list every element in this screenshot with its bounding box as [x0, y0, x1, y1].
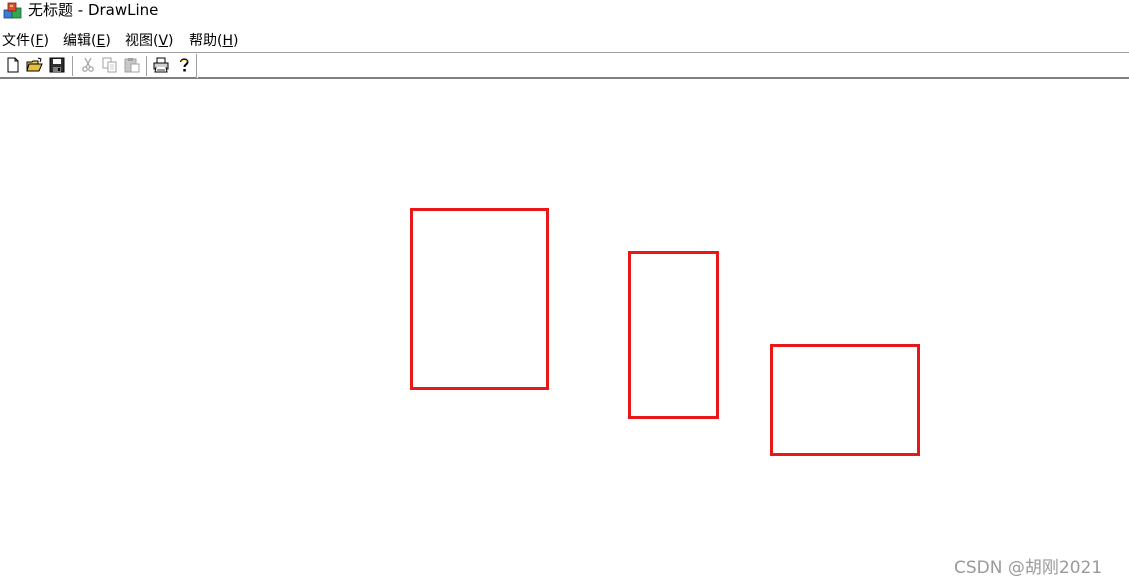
open-button[interactable]: [26, 56, 44, 74]
open-folder-icon: [26, 57, 43, 72]
menu-edit-label: 编辑(: [63, 33, 97, 49]
menu-help-accel: H: [222, 33, 233, 49]
help-button[interactable]: [175, 56, 193, 74]
copy-icon: [102, 57, 117, 73]
menu-file-accel: F: [35, 33, 44, 49]
menu-view-label: 视图(: [125, 33, 159, 49]
cut-scissors-icon: [82, 57, 94, 72]
drawing-canvas[interactable]: [0, 79, 1129, 587]
drawn-rectangle: [410, 208, 549, 390]
copy-button[interactable]: [101, 56, 119, 74]
cut-button[interactable]: [79, 56, 97, 74]
menu-help-close: ): [233, 33, 239, 49]
menu-edit-close: ): [105, 33, 111, 49]
save-button[interactable]: [48, 56, 66, 74]
print-icon: [153, 57, 169, 73]
help-question-icon: [180, 58, 189, 72]
menu-edit-accel: E: [96, 33, 106, 49]
new-file-button[interactable]: [4, 56, 22, 74]
toolbar-separator: [72, 56, 74, 76]
drawn-rectangle: [628, 251, 719, 419]
menu-help-label: 帮助(: [189, 33, 223, 49]
paste-button[interactable]: [123, 56, 141, 74]
toolbar-separator: [146, 56, 148, 76]
menu-bar: 文件(F) 编辑(E) 视图(V) 帮助(H): [0, 30, 1129, 52]
menu-view-close: ): [168, 33, 174, 49]
drawn-rectangle: [770, 344, 920, 456]
menu-file-label: 文件(: [2, 33, 36, 49]
save-disk-icon: [49, 57, 65, 73]
menu-view-accel: V: [158, 33, 169, 49]
title-bar: 无标题 - DrawLine: [0, 0, 1129, 22]
toolbar: [0, 52, 1129, 79]
paste-icon: [124, 58, 140, 73]
toolbar-end-separator: [196, 54, 198, 78]
print-button[interactable]: [152, 56, 170, 74]
new-file-icon: [7, 57, 19, 73]
menu-edit[interactable]: 编辑(E): [63, 32, 111, 50]
mfc-app-icon[interactable]: [3, 1, 23, 20]
menu-file-close: ): [43, 33, 49, 49]
menu-help[interactable]: 帮助(H): [189, 32, 238, 50]
watermark: CSDN @胡刚2021: [954, 558, 1103, 578]
menu-file[interactable]: 文件(F): [2, 32, 49, 50]
menu-view[interactable]: 视图(V): [125, 32, 174, 50]
window-title: 无标题 - DrawLine: [28, 1, 159, 19]
